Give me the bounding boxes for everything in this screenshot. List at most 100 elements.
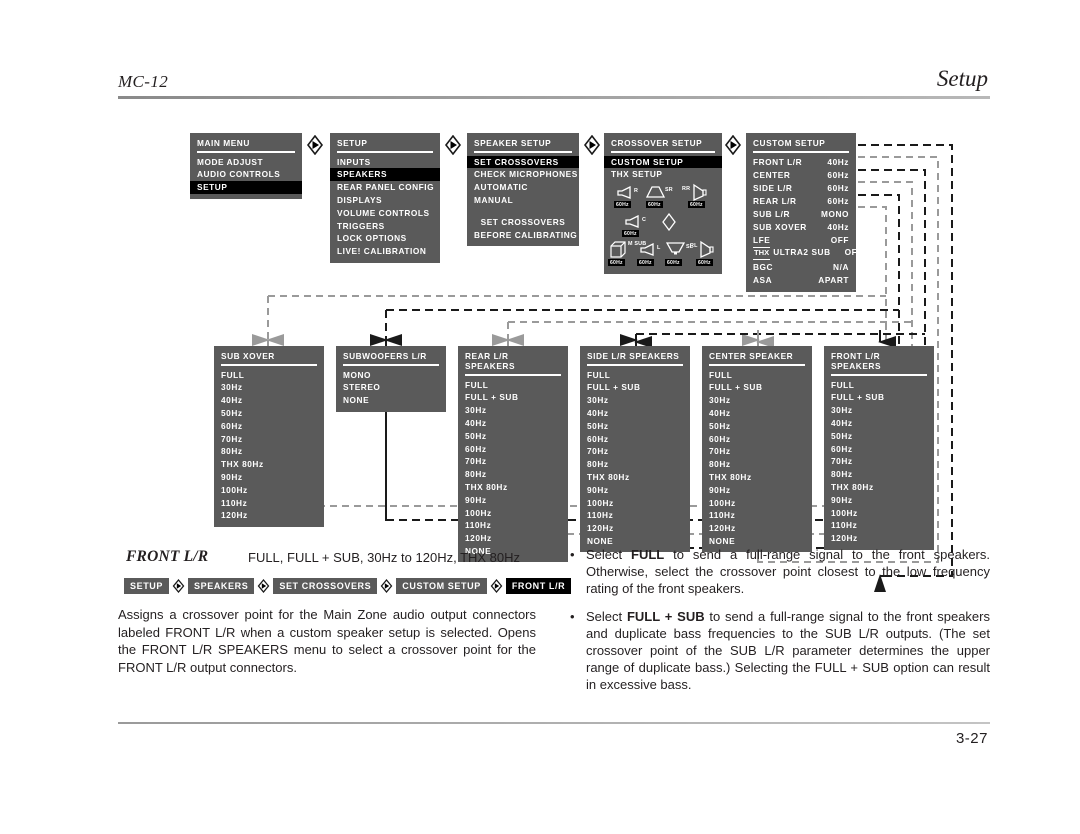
list-item[interactable]: 110Hz	[580, 509, 690, 522]
menu-item-automatic[interactable]: AUTOMATIC	[467, 181, 579, 194]
list-item[interactable]: 30Hz	[214, 381, 324, 394]
list-item[interactable]: 60Hz	[580, 432, 690, 445]
bullet-text: Select FULL + SUB to send a full-range s…	[586, 609, 990, 692]
list-item[interactable]: FULL	[458, 379, 568, 392]
list-item[interactable]: 50Hz	[458, 430, 568, 443]
list-item[interactable]: 50Hz	[214, 407, 324, 420]
list-item[interactable]: 80Hz	[702, 458, 812, 471]
list-item[interactable]: FULL + SUB	[824, 391, 934, 404]
menu-item-speakers[interactable]: SPEAKERS	[330, 168, 440, 182]
list-item[interactable]: 60Hz	[702, 432, 812, 445]
menu-item-displays[interactable]: DISPLAYS	[330, 194, 440, 207]
list-item[interactable]: 80Hz	[214, 445, 324, 458]
custom-row-bgc[interactable]: BGC N/A	[746, 261, 856, 274]
list-item[interactable]: 100Hz	[580, 496, 690, 509]
custom-row-side-lr[interactable]: SIDE L/R 60Hz	[746, 181, 856, 194]
menu-item-volume-controls[interactable]: VOLUME CONTROLS	[330, 207, 440, 220]
list-item[interactable]: FULL	[824, 379, 934, 392]
list-item[interactable]: 70Hz	[214, 432, 324, 445]
row-value: N/A	[833, 262, 849, 273]
menu-item-set-crossovers[interactable]: SET CROSSOVERS	[467, 155, 579, 169]
list-item[interactable]: MONO	[336, 369, 446, 382]
list-item[interactable]: FULL + SUB	[702, 381, 812, 394]
list-item[interactable]: 70Hz	[824, 455, 934, 468]
list-item[interactable]: THX 80Hz	[458, 481, 568, 494]
list-item[interactable]: 110Hz	[214, 496, 324, 509]
list-item[interactable]: 70Hz	[702, 445, 812, 458]
list-item[interactable]: 100Hz	[214, 484, 324, 497]
list-item[interactable]: 50Hz	[702, 420, 812, 433]
list-item[interactable]: 40Hz	[824, 417, 934, 430]
list-item[interactable]: 40Hz	[214, 394, 324, 407]
list-item[interactable]: 90Hz	[580, 484, 690, 497]
list-item[interactable]: 40Hz	[702, 407, 812, 420]
custom-row-front-lr[interactable]: FRONT L/R 40Hz	[746, 156, 856, 169]
list-item[interactable]: FULL	[580, 369, 690, 382]
list-item[interactable]: 30Hz	[702, 394, 812, 407]
custom-row-ultra2-sub[interactable]: THX ULTRA2 SUB OFF	[746, 246, 862, 261]
list-item[interactable]: 30Hz	[824, 404, 934, 417]
list-item[interactable]: THX 80Hz	[214, 458, 324, 471]
list-item[interactable]: 100Hz	[824, 506, 934, 519]
list-item[interactable]: FULL	[214, 369, 324, 382]
list-item[interactable]: 90Hz	[702, 484, 812, 497]
menu-item-triggers[interactable]: TRIGGERS	[330, 219, 440, 232]
custom-row-sub-lr[interactable]: SUB L/R MONO	[746, 207, 856, 220]
list-item[interactable]: 90Hz	[824, 494, 934, 507]
list-item[interactable]: 100Hz	[458, 506, 568, 519]
list-item[interactable]: 80Hz	[458, 468, 568, 481]
menu-item-lock-options[interactable]: LOCK OPTIONS	[330, 232, 440, 245]
list-item[interactable]: 50Hz	[824, 430, 934, 443]
list-item[interactable]: NONE	[336, 394, 446, 407]
list-item[interactable]: 120Hz	[824, 532, 934, 545]
list-item[interactable]: 60Hz	[458, 442, 568, 455]
list-item[interactable]: 110Hz	[458, 519, 568, 532]
list-item[interactable]: 100Hz	[702, 496, 812, 509]
menu-item-rear-panel-config[interactable]: REAR PANEL CONFIG	[330, 181, 440, 194]
menu-item-setup[interactable]: SETUP	[190, 181, 302, 194]
list-item[interactable]: 70Hz	[458, 455, 568, 468]
list-item[interactable]: FULL	[702, 369, 812, 382]
menu-item-live-calibration[interactable]: LIVE! CALIBRATION	[330, 245, 440, 258]
list-item[interactable]: 30Hz	[580, 394, 690, 407]
list-item[interactable]: 40Hz	[580, 407, 690, 420]
menu-item-audio-controls[interactable]: AUDIO CONTROLS	[190, 168, 302, 181]
menu-item-mode-adjust[interactable]: MODE ADJUST	[190, 156, 302, 169]
list-item[interactable]: THX 80Hz	[580, 471, 690, 484]
menu-item-inputs[interactable]: INPUTS	[330, 156, 440, 169]
breadcrumb-item-speakers[interactable]: SPEAKERS	[188, 578, 255, 594]
list-item[interactable]: STEREO	[336, 381, 446, 394]
custom-row-sub-xover[interactable]: SUB XOVER 40Hz	[746, 220, 856, 233]
list-item[interactable]: 110Hz	[702, 509, 812, 522]
custom-row-asa[interactable]: ASA APART	[746, 274, 856, 287]
list-item[interactable]: 80Hz	[824, 468, 934, 481]
list-item[interactable]: 80Hz	[580, 458, 690, 471]
breadcrumb-item-set-crossovers[interactable]: SET CROSSOVERS	[273, 578, 378, 594]
list-item[interactable]: FULL + SUB	[458, 391, 568, 404]
list-item[interactable]: 70Hz	[580, 445, 690, 458]
breadcrumb-item-custom-setup[interactable]: CUSTOM SETUP	[396, 578, 487, 594]
list-item[interactable]: 120Hz	[702, 522, 812, 535]
custom-row-center[interactable]: CENTER 60Hz	[746, 168, 856, 181]
list-item[interactable]: 120Hz	[580, 522, 690, 535]
list-item[interactable]: 110Hz	[824, 519, 934, 532]
list-item[interactable]: 60Hz	[214, 420, 324, 433]
list-item[interactable]: 90Hz	[458, 494, 568, 507]
list-item[interactable]: THX 80Hz	[702, 471, 812, 484]
flow-arrow-icon-1	[306, 135, 324, 155]
breadcrumb-item-front-lr[interactable]: FRONT L/R	[505, 578, 572, 594]
custom-row-rear-lr[interactable]: REAR L/R 60Hz	[746, 194, 856, 207]
list-item[interactable]: 30Hz	[458, 404, 568, 417]
breadcrumb-item-setup[interactable]: SETUP	[124, 578, 170, 594]
menu-item-manual[interactable]: MANUAL	[467, 194, 579, 207]
list-item[interactable]: 40Hz	[458, 417, 568, 430]
list-item[interactable]: 120Hz	[458, 532, 568, 545]
list-item[interactable]: THX 80Hz	[824, 481, 934, 494]
list-item[interactable]: 50Hz	[580, 420, 690, 433]
menu-item-check-microphones[interactable]: CHECK MICROPHONES	[467, 168, 579, 181]
list-item[interactable]: FULL + SUB	[580, 381, 690, 394]
list-item[interactable]: 120Hz	[214, 509, 324, 522]
list-item[interactable]: 90Hz	[214, 471, 324, 484]
custom-row-lfe[interactable]: LFE OFF	[746, 233, 856, 246]
list-item[interactable]: 60Hz	[824, 442, 934, 455]
